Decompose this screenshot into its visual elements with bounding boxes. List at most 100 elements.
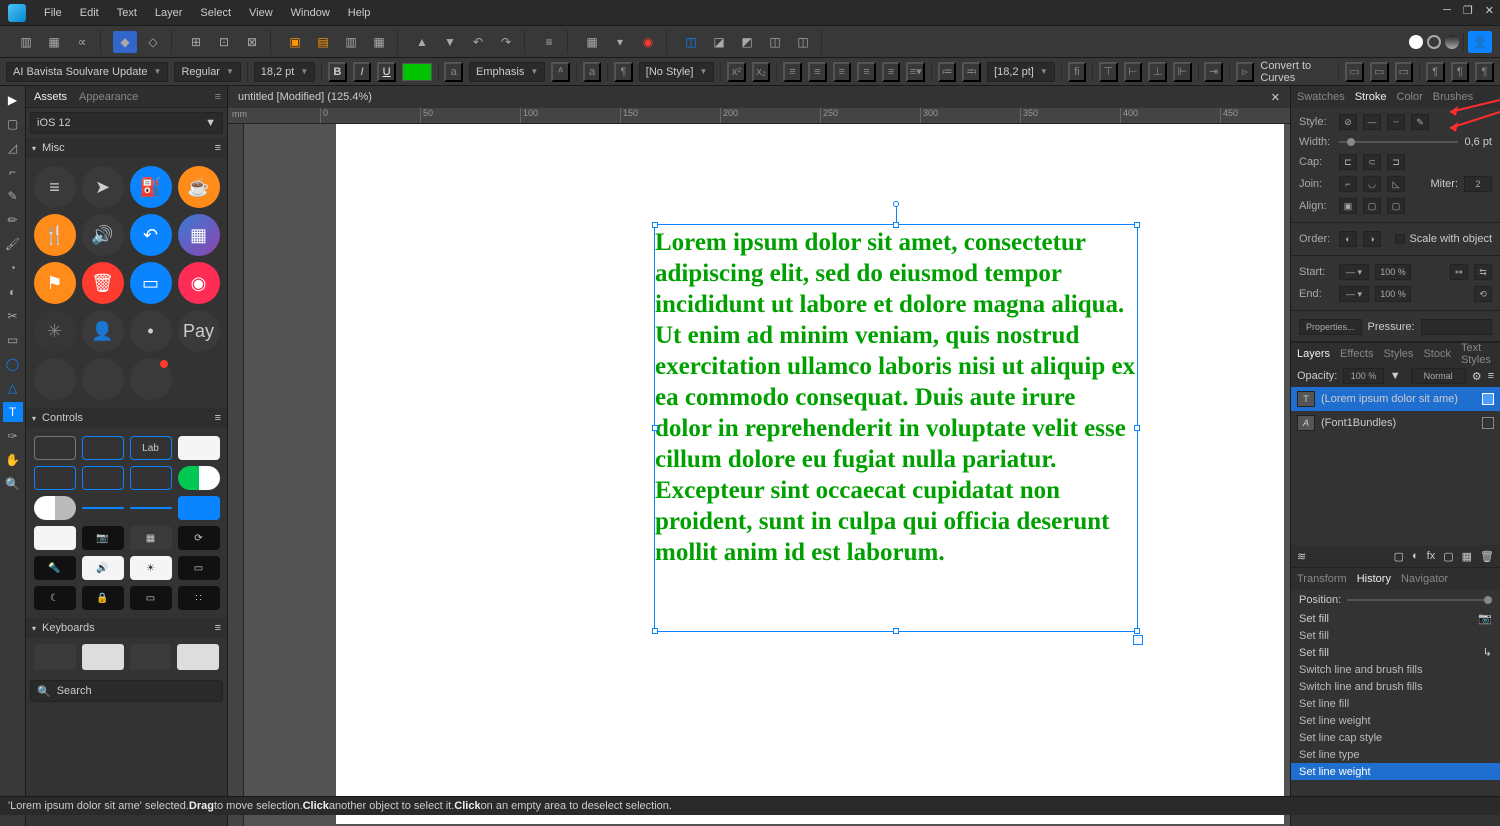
boolean-combine-icon[interactable]: ◫ — [791, 31, 815, 53]
ctrl-switch-off[interactable] — [34, 496, 76, 520]
pan-tool-icon[interactable]: ✋ — [3, 450, 23, 470]
account-icon[interactable]: 👤 — [1468, 31, 1492, 53]
flip-v-icon[interactable]: ▼ — [438, 31, 462, 53]
tab-stock[interactable]: Stock — [1423, 348, 1451, 360]
panel-toggle-grid-icon[interactable]: ▦ — [42, 31, 66, 53]
subscript-icon[interactable]: x₂ — [752, 62, 771, 82]
asset-library-dropdown[interactable]: iOS 12▼ — [30, 112, 223, 134]
ctrl-brightness[interactable]: ☀ — [130, 556, 172, 580]
sync-on-icon[interactable]: ◆ — [113, 31, 137, 53]
font-family-dropdown[interactable]: AI Bavista Soulvare Update▼ — [6, 62, 168, 82]
ctrl-blue-outline3[interactable] — [82, 466, 124, 490]
ctrl-dnd[interactable]: ☾ — [34, 586, 76, 610]
panel-menu-icon[interactable]: ≡ — [215, 91, 221, 103]
mask-icon[interactable]: ▢ — [1394, 550, 1404, 563]
asset-gray1-icon[interactable] — [34, 358, 76, 400]
crop-tool-icon[interactable]: ✂ — [3, 306, 23, 326]
add-pixel-icon[interactable]: ▦ — [1462, 550, 1472, 563]
arrow-end-dropdown[interactable]: — ▾ — [1339, 286, 1369, 302]
asset-archive-icon[interactable]: ▭ — [130, 262, 172, 304]
history-position-slider[interactable] — [1347, 599, 1492, 601]
leading-field[interactable]: [18,2 pt]▼ — [987, 62, 1055, 82]
valign-mid-icon[interactable]: ⊢ — [1124, 62, 1143, 82]
triangle-tool-icon[interactable]: △ — [3, 378, 23, 398]
para-style-dropdown[interactable]: [No Style]▼ — [639, 62, 715, 82]
tab-color[interactable]: Color — [1397, 91, 1423, 103]
char-style-icon[interactable]: a — [444, 62, 463, 82]
text-frame-icon1[interactable]: ▭ — [1345, 62, 1364, 82]
asset-dot-icon[interactable]: • — [130, 310, 172, 352]
adjustment-icon[interactable]: ◐ — [1412, 550, 1419, 562]
fill-swatch-icon[interactable] — [1409, 35, 1423, 49]
ctrl-camera[interactable]: 📷 — [82, 526, 124, 550]
rotate-cw-icon[interactable]: ↷ — [494, 31, 518, 53]
cap-round-icon[interactable]: ⊂ — [1363, 154, 1381, 170]
ctrl-white-chip[interactable] — [178, 436, 220, 460]
align-center-icon[interactable]: ≡ — [808, 62, 827, 82]
zoom-tool-icon[interactable]: 🔍 — [3, 474, 23, 494]
swap-swatch-icon[interactable] — [1445, 35, 1459, 49]
boolean-divide-icon[interactable]: ◫ — [763, 31, 787, 53]
resize-handle[interactable] — [893, 222, 899, 228]
miter-value-field[interactable]: 2 — [1464, 176, 1492, 192]
boolean-subtract-icon[interactable]: ◪ — [707, 31, 731, 53]
boolean-add-icon[interactable]: ◫ — [679, 31, 703, 53]
order-up-icon[interactable]: ▦ — [367, 31, 391, 53]
ctrl-volume[interactable]: 🔊 — [82, 556, 124, 580]
menu-select[interactable]: Select — [200, 7, 231, 19]
fill-tool-icon[interactable]: ◔ — [3, 258, 23, 278]
artboard-tool-icon[interactable]: ▢ — [3, 114, 23, 134]
panel-toggle-left-icon[interactable]: ▥ — [14, 31, 38, 53]
snap-mid-icon[interactable]: ⊡ — [212, 31, 236, 53]
bold-button[interactable]: B — [328, 62, 347, 82]
share-icon[interactable]: ∝ — [70, 31, 94, 53]
layer-gear-icon[interactable]: ⚙ — [1472, 370, 1482, 383]
section-menu-icon[interactable]: ≡ — [215, 622, 221, 634]
arrow-start-pct[interactable]: 100 % — [1375, 264, 1411, 280]
arrow-end-pct[interactable]: 100 % — [1375, 286, 1411, 302]
sync-off-icon[interactable]: ◇ — [141, 31, 165, 53]
text-frame-selection[interactable]: Lorem ipsum dolor sit amet, consectetur … — [654, 224, 1138, 632]
valign-bottom-icon[interactable]: ⊥ — [1148, 62, 1167, 82]
asset-photo-icon[interactable]: ▦ — [178, 214, 220, 256]
stroke-properties-button[interactable]: Properties... — [1299, 319, 1362, 335]
history-item[interactable]: Switch line and brush fills — [1291, 678, 1500, 695]
arrow-start-dropdown[interactable]: — ▾ — [1339, 264, 1369, 280]
section-misc[interactable]: ▾ Misc ≡ — [26, 138, 227, 158]
layer-options-icon[interactable]: ≡ — [1488, 370, 1494, 382]
stroke-style-none-icon[interactable]: ⊘ — [1339, 114, 1357, 130]
asset-undo-icon[interactable]: ↶ — [130, 214, 172, 256]
history-item[interactable]: Set line fill — [1291, 695, 1500, 712]
layer-row[interactable]: T (Lorem ipsum dolor sit ame) — [1291, 387, 1500, 411]
canvas-viewport[interactable]: Lorem ipsum dolor sit amet, consectetur … — [244, 124, 1290, 826]
close-tab-icon[interactable]: ✕ — [1271, 91, 1280, 104]
align-left-icon[interactable]: ≡ — [783, 62, 802, 82]
asset-flag-icon[interactable]: ⚑ — [34, 262, 76, 304]
snap-key-icon[interactable]: ⊠ — [240, 31, 264, 53]
join-bevel-icon[interactable]: ◺ — [1387, 176, 1405, 192]
text-frame-content[interactable]: Lorem ipsum dolor sit amet, consectetur … — [655, 225, 1137, 570]
tab-history[interactable]: History — [1357, 573, 1391, 585]
magnet-icon[interactable]: ◉ — [636, 31, 660, 53]
resize-handle[interactable] — [652, 425, 658, 431]
asset-badge-icon[interactable] — [130, 358, 172, 400]
keyboard-asset-1[interactable] — [34, 644, 76, 670]
char-style-dropdown[interactable]: Emphasis▼ — [469, 62, 545, 82]
section-menu-icon[interactable]: ≡ — [215, 412, 221, 424]
keyboard-asset-2[interactable] — [82, 644, 124, 670]
text-frame-icon3[interactable]: ▭ — [1395, 62, 1414, 82]
ctrl-lab[interactable]: Lab — [130, 436, 172, 460]
ctrl-lock[interactable]: 🔒 — [82, 586, 124, 610]
order-down-icon[interactable]: ▥ — [339, 31, 363, 53]
ctrl-timer[interactable]: ⟳ — [178, 526, 220, 550]
ctrl-switch-on[interactable] — [178, 466, 220, 490]
resize-handle[interactable] — [1134, 628, 1140, 634]
layer-row[interactable]: A (Font1Bundles) — [1291, 411, 1500, 435]
ctrl-grid[interactable]: ∷ — [178, 586, 220, 610]
arrow-start-pos-icon[interactable]: ↦ — [1450, 264, 1468, 280]
align-justify-all-icon[interactable]: ≡ — [882, 62, 901, 82]
text-frame-icon2[interactable]: ▭ — [1370, 62, 1389, 82]
font-size-field[interactable]: 18,2 pt▼ — [254, 62, 316, 82]
align-more-icon[interactable]: ≡▾ — [906, 62, 925, 82]
arrow-link-icon[interactable]: ⟲ — [1474, 286, 1492, 302]
